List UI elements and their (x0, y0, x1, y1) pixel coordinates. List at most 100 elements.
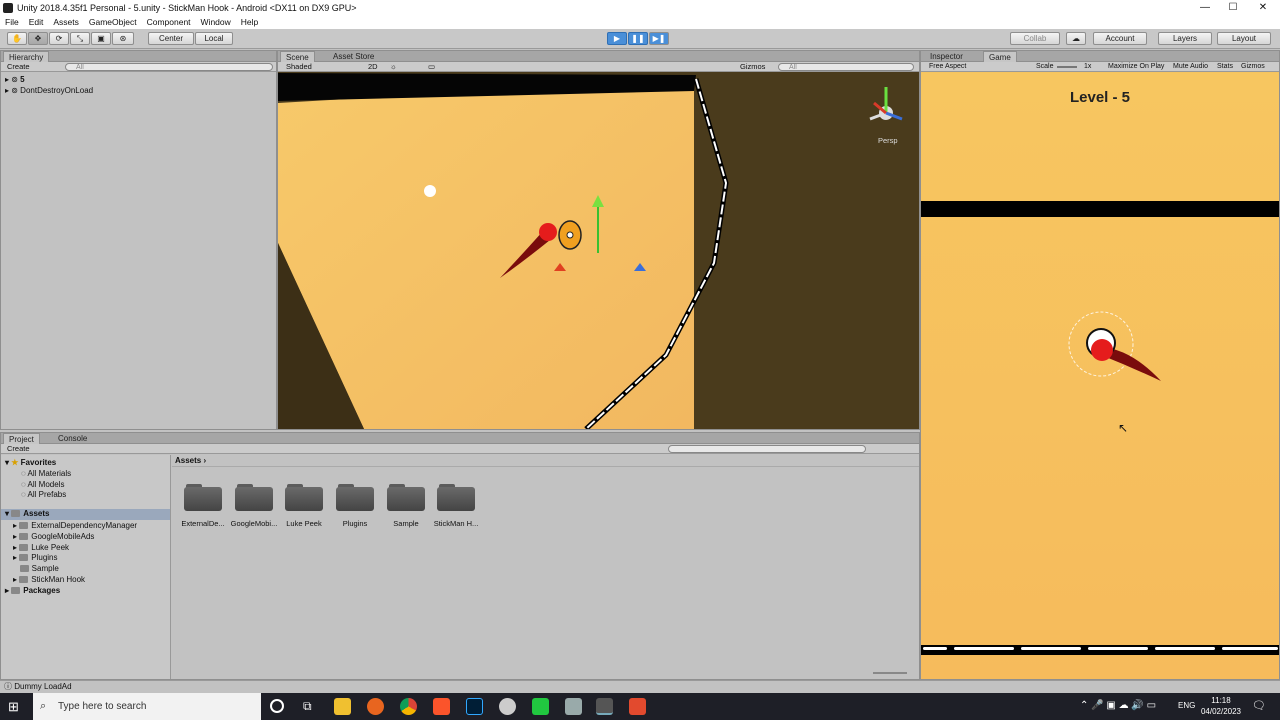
menu-assets[interactable]: Assets (48, 17, 84, 27)
folder-label-stickmanhook: StickMan H... (433, 519, 479, 528)
pause-button[interactable]: ❚❚ (628, 32, 648, 45)
game-gizmos-dropdown[interactable]: Gizmos (1241, 62, 1265, 72)
hierarchy-search-input[interactable]: All (65, 63, 273, 71)
tree-folder-plugins[interactable]: ▸ Plugins (13, 553, 58, 562)
project-create-button[interactable]: Create (7, 444, 30, 453)
menu-component[interactable]: Component (142, 17, 196, 27)
effects-dropdown-icon[interactable]: ▭ (428, 62, 435, 72)
cloud-icon[interactable]: ☁ (1066, 32, 1086, 45)
main-toolbar: ✋ ✥ ⟳ ⤡ ▣ ⊛ Center Local ▶ ❚❚ ▶❚ Collab … (0, 29, 1280, 49)
firefox-icon[interactable] (367, 698, 384, 715)
close-button[interactable]: ✕ (1248, 0, 1278, 15)
folder-icon-stickmanhook[interactable] (437, 483, 475, 511)
tab-asset-store[interactable]: Asset Store (328, 51, 379, 62)
minimize-button[interactable]: — (1190, 0, 1220, 15)
menu-help[interactable]: Help (236, 17, 263, 27)
camtasia-icon[interactable] (532, 698, 549, 715)
brave-icon[interactable] (433, 698, 450, 715)
move-tool-button[interactable]: ✥ (28, 32, 48, 45)
photoshop-icon[interactable] (466, 698, 483, 715)
clock-date[interactable]: 04/02/2023 (1198, 707, 1244, 716)
layers-dropdown[interactable]: Layers (1158, 32, 1212, 45)
tab-inspector[interactable]: Inspector (925, 51, 968, 62)
search-icon: ⌕ (40, 700, 47, 712)
scene-search-input[interactable]: All (778, 63, 914, 71)
aspect-dropdown[interactable]: Free Aspect (929, 63, 966, 70)
menu-edit[interactable]: Edit (24, 17, 49, 27)
collab-dropdown[interactable]: Collab (1010, 32, 1060, 45)
tree-folder-sample[interactable]: Sample (13, 564, 59, 573)
scale-slider[interactable] (1057, 66, 1077, 68)
chrome-icon[interactable] (400, 698, 417, 715)
persp-label[interactable]: Persp (878, 136, 898, 145)
mode-2d-toggle[interactable]: 2D (368, 62, 378, 72)
scene-view[interactable]: Persp (278, 73, 919, 429)
tree-folder-lukepeek[interactable]: ▸ Luke Peek (13, 543, 69, 552)
project-breadcrumb[interactable]: Assets › (172, 455, 919, 467)
icon-size-slider[interactable] (873, 672, 907, 674)
menu-window[interactable]: Window (196, 17, 236, 27)
pivot-local-button[interactable]: Local (195, 32, 233, 45)
cortana-icon[interactable] (270, 699, 284, 713)
maximize-button[interactable]: ☐ (1218, 0, 1248, 15)
folder-icon-googlemobile[interactable] (235, 483, 273, 511)
favorite-all-materials[interactable]: ◌ All Materials (21, 469, 71, 478)
transform-tool-button[interactable]: ⊛ (112, 32, 134, 45)
menu-file[interactable]: File (0, 17, 24, 27)
scale-tool-button[interactable]: ⤡ (70, 32, 90, 45)
windows-start-icon[interactable]: ⊞ (8, 699, 23, 714)
scale-label: Scale (1036, 63, 1054, 70)
language-indicator[interactable]: ENG (1178, 701, 1195, 710)
layout-dropdown[interactable]: Layout (1217, 32, 1271, 45)
taskbar-search-input[interactable]: Type here to search (33, 693, 261, 720)
favorite-all-models[interactable]: ◌ All Models (21, 480, 64, 489)
system-tray-icons[interactable]: ⌃ 🎤 ▣ ☁ 🔊 ▭ (1080, 700, 1156, 711)
game-view[interactable]: Level - 5 ↖ (921, 73, 1279, 679)
app-icon[interactable] (565, 698, 582, 715)
packages-tree-root[interactable]: ▸ Packages (5, 586, 60, 595)
tab-hierarchy[interactable]: Hierarchy (3, 51, 50, 62)
tab-project[interactable]: Project (3, 433, 40, 444)
tree-folder-stickmanhook[interactable]: ▸ StickMan Hook (13, 575, 85, 584)
hierarchy-create-button[interactable]: Create (7, 62, 30, 71)
scene-gizmos-dropdown[interactable]: Gizmos (740, 62, 765, 72)
player-character (1068, 311, 1161, 381)
tree-folder-external[interactable]: ▸ ExternalDependencyManager (13, 521, 137, 530)
mute-audio-toggle[interactable]: Mute Audio (1173, 62, 1208, 72)
tab-console[interactable]: Console (53, 433, 92, 444)
folder-label-plugins: Plugins (342, 519, 368, 528)
folder-label-sample: Sample (393, 519, 419, 528)
light-toggle-icon[interactable]: ☼ (390, 62, 397, 72)
unity-editor-icon[interactable] (596, 698, 613, 715)
rect-tool-button[interactable]: ▣ (91, 32, 111, 45)
project-search-input[interactable] (668, 445, 866, 453)
favorites-header[interactable]: ▾ ★ Favorites (5, 458, 56, 467)
stats-toggle[interactable]: Stats (1217, 62, 1233, 72)
assets-tree-root[interactable]: ▾ Assets (1, 509, 170, 520)
folder-icon-plugins[interactable] (336, 483, 374, 511)
folder-icon-external[interactable] (184, 483, 222, 511)
tree-folder-googlemobileads[interactable]: ▸ GoogleMobileAds (13, 532, 94, 541)
tab-scene[interactable]: Scene (280, 51, 315, 62)
shading-dropdown[interactable]: Shaded (286, 62, 312, 71)
play-button[interactable]: ▶ (607, 32, 627, 45)
hierarchy-item-scene[interactable]: ▸ ⊚ 5 (5, 75, 25, 84)
notification-icon[interactable]: 🗨 (1252, 699, 1266, 712)
menu-gameobject[interactable]: GameObject (84, 17, 142, 27)
hand-tool-button[interactable]: ✋ (7, 32, 27, 45)
favorite-all-prefabs[interactable]: ◌ All Prefabs (21, 490, 66, 499)
file-explorer-icon[interactable] (334, 698, 351, 715)
recorder-icon[interactable] (629, 698, 646, 715)
tab-game[interactable]: Game (983, 51, 1017, 62)
folder-icon-lukepeek[interactable] (285, 483, 323, 511)
task-view-icon[interactable]: ⧉ (303, 699, 312, 714)
unity-hub-icon[interactable] (499, 698, 516, 715)
maximize-on-play-toggle[interactable]: Maximize On Play (1108, 62, 1164, 72)
rotate-tool-button[interactable]: ⟳ (49, 32, 69, 45)
clock-time[interactable]: 11:18 (1200, 696, 1242, 705)
step-button[interactable]: ▶❚ (649, 32, 669, 45)
folder-icon-sample[interactable] (387, 483, 425, 511)
pivot-center-button[interactable]: Center (148, 32, 194, 45)
hierarchy-item-dontdestroy[interactable]: ▸ ⊚ DontDestroyOnLoad (5, 86, 93, 95)
account-dropdown[interactable]: Account (1093, 32, 1147, 45)
